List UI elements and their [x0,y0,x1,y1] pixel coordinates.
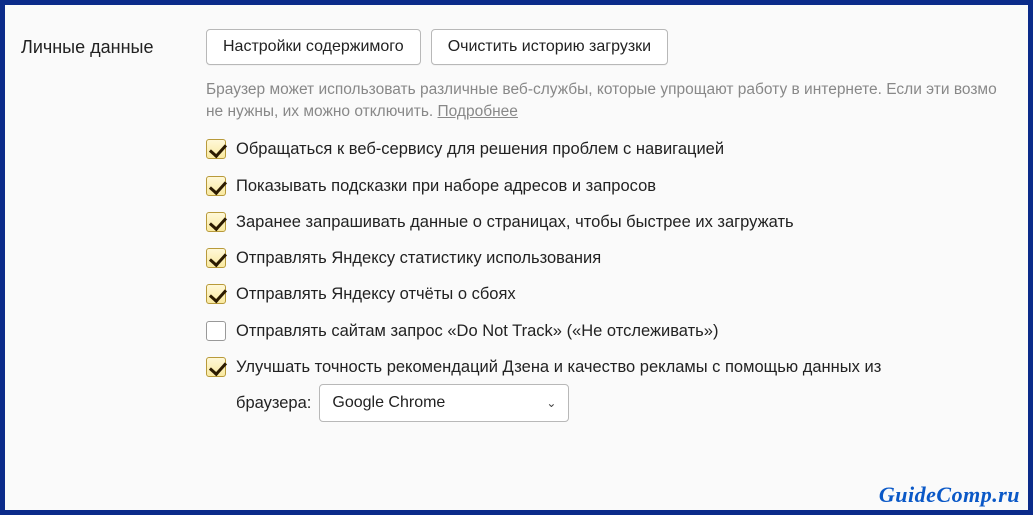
option-label: Обращаться к веб-сервису для решения про… [236,138,996,160]
settings-panel: Личные данные Настройки содержимого Очис… [0,0,1033,515]
hint-text: Браузер может использовать различные веб… [206,79,1026,122]
section-title: Личные данные [21,29,206,422]
browser-select[interactable]: Google Chrome ⌄ [319,384,569,422]
browser-select-value: Google Chrome [332,392,445,414]
clear-history-button[interactable]: Очистить историю загрузки [431,29,668,65]
option-web-service-navigation: Обращаться к веб-сервису для решения про… [206,138,1028,160]
option-label: Отправлять сайтам запрос «Do Not Track» … [236,320,996,342]
option-label: Заранее запрашивать данные о страницах, … [236,211,996,233]
chevron-down-icon: ⌄ [546,395,556,411]
option-send-usage-stats: Отправлять Яндексу статистику использова… [206,247,1028,269]
option-label: Показывать подсказки при наборе адресов … [236,175,996,197]
checkbox[interactable] [206,284,226,304]
browser-select-row: браузера: Google Chrome ⌄ [236,384,996,422]
option-do-not-track: Отправлять сайтам запрос «Do Not Track» … [206,320,1028,342]
option-label: Улучшать точность рекомендаций Дзена и к… [236,358,881,376]
watermark: GuideComp.ru [879,482,1020,508]
content-settings-button[interactable]: Настройки содержимого [206,29,421,65]
watermark-text: GuideComp.ru [879,482,1020,507]
option-send-crash-reports: Отправлять Яндексу отчёты о сбоях [206,283,1028,305]
checkbox[interactable] [206,248,226,268]
main-column: Настройки содержимого Очистить историю з… [206,29,1028,422]
checkbox[interactable] [206,321,226,341]
option-improve-zen-ads: Улучшать точность рекомендаций Дзена и к… [206,356,1028,422]
option-label-wrap: Улучшать точность рекомендаций Дзена и к… [236,356,996,422]
option-address-suggestions: Показывать подсказки при наборе адресов … [206,175,1028,197]
checkbox[interactable] [206,357,226,377]
hint-line2: не нужны, их можно отключить. [206,103,438,120]
option-prefetch-pages: Заранее запрашивать данные о страницах, … [206,211,1028,233]
option-label: Отправлять Яндексу отчёты о сбоях [236,283,996,305]
hint-more-link[interactable]: Подробнее [438,103,518,120]
browser-prefix: браузера: [236,392,311,414]
checkbox[interactable] [206,212,226,232]
checkbox[interactable] [206,139,226,159]
options-list: Обращаться к веб-сервису для решения про… [206,138,1028,421]
button-row: Настройки содержимого Очистить историю з… [206,29,1028,65]
option-label: Отправлять Яндексу статистику использова… [236,247,996,269]
checkbox[interactable] [206,176,226,196]
hint-line1: Браузер может использовать различные веб… [206,81,997,98]
